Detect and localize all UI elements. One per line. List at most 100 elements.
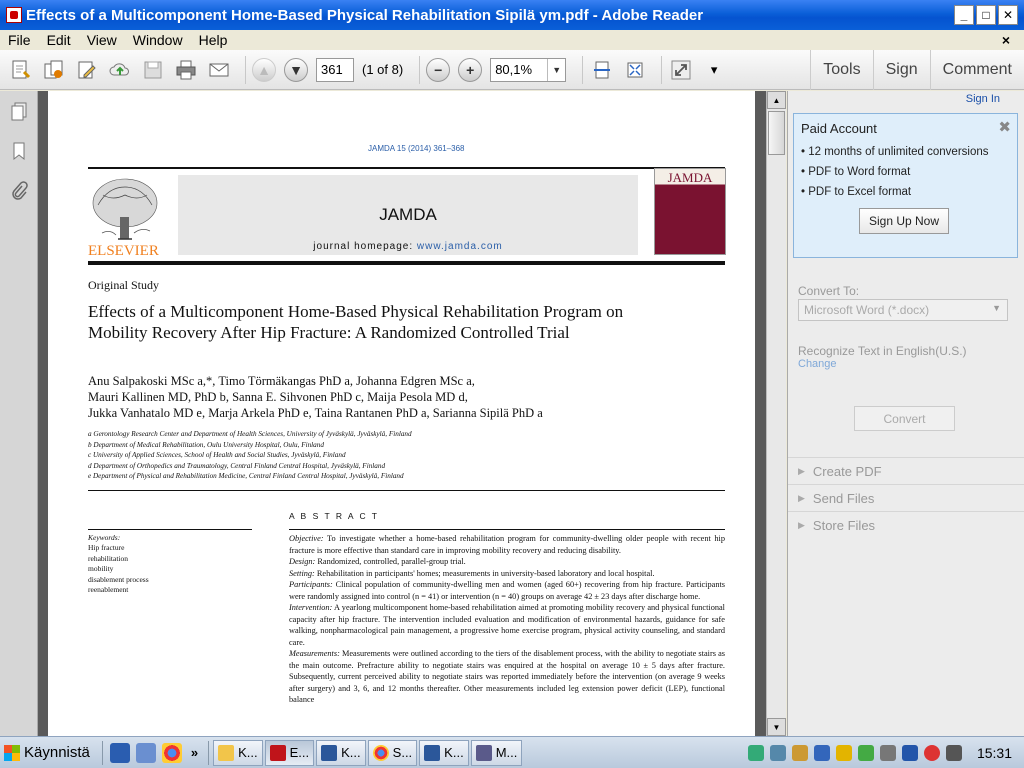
tray-icon[interactable]	[923, 745, 940, 761]
journal-name: JAMDA	[379, 205, 437, 224]
create-pdf-icon[interactable]	[8, 57, 34, 83]
email-icon[interactable]	[206, 57, 232, 83]
shield-icon[interactable]	[835, 745, 852, 761]
scroll-down-button[interactable]: ▼	[767, 718, 786, 736]
list-item: • 12 months of unlimited conversions	[801, 146, 989, 158]
paid-account-title: Paid Account	[801, 121, 877, 136]
visual-studio-icon[interactable]	[109, 742, 130, 763]
menu-window[interactable]: Window	[125, 32, 191, 48]
affiliation: d Department of Orthopedics and Traumato…	[88, 461, 386, 470]
cover-title: JAMDA	[667, 170, 713, 185]
taskbar-button-word[interactable]: K...	[316, 739, 366, 766]
adobe-reader-icon[interactable]	[6, 7, 22, 23]
toolbar: ▲ ▼ (1 of 8) − + 80,1% ▼ ▾ Tools Sign Co…	[0, 50, 1024, 90]
homepage-link[interactable]: www.jamda.com	[417, 241, 503, 252]
bookmarks-icon[interactable]	[0, 131, 38, 171]
taskbar-button-m[interactable]: M...	[470, 739, 523, 766]
explorer-icon[interactable]	[135, 742, 156, 763]
full-screen-icon[interactable]	[668, 57, 694, 83]
close-document-button[interactable]: ×	[1002, 32, 1010, 48]
menu-help[interactable]: Help	[191, 32, 236, 48]
save-icon[interactable]	[140, 57, 166, 83]
chevron-down-icon[interactable]: ▼	[547, 58, 565, 81]
divider	[289, 529, 725, 530]
tools-tab[interactable]: Tools	[810, 50, 872, 90]
network-icon[interactable]	[901, 745, 918, 761]
toolbar-separator	[419, 55, 421, 84]
tray-icon[interactable]	[791, 745, 808, 761]
toolbar-separator	[245, 55, 246, 84]
word-icon	[321, 744, 338, 761]
journal-homepage: journal homepage: www.jamda.com	[178, 241, 638, 252]
tray-icon[interactable]	[879, 745, 896, 761]
change-language-link[interactable]: Change	[798, 358, 837, 370]
article-type: Original Study	[88, 278, 159, 292]
chevron-right-icon: ▶	[798, 519, 805, 530]
edit-pdf-icon[interactable]	[74, 57, 100, 83]
tray-icon[interactable]	[747, 745, 764, 761]
keyword: Hip fracture	[88, 543, 125, 553]
more-tools-icon[interactable]: ▾	[701, 57, 727, 83]
divider	[88, 167, 725, 169]
attachments-icon[interactable]	[0, 171, 38, 211]
page-thumbnails-icon[interactable]	[0, 91, 38, 131]
combine-files-icon[interactable]	[41, 57, 67, 83]
abstract-text: Objective: To investigate whether a home…	[289, 533, 725, 706]
more-quicklaunch[interactable]: »	[191, 745, 198, 760]
menu-file[interactable]: File	[0, 32, 39, 48]
fit-page-icon[interactable]	[589, 57, 615, 83]
list-item: • PDF to Excel format	[801, 186, 912, 198]
cloud-upload-icon[interactable]	[107, 57, 133, 83]
menu-edit[interactable]: Edit	[39, 32, 79, 48]
abstract-paragraph: Intervention: A yearlong multicomponent …	[289, 602, 725, 648]
scroll-thumb[interactable]	[768, 111, 785, 155]
folder-icon	[218, 744, 235, 761]
clock[interactable]: 15:31	[977, 745, 1012, 761]
close-button[interactable]: ✕	[998, 5, 1018, 25]
tools-panel: Sign In Paid Account ✖ • 12 months of un…	[787, 91, 1024, 736]
previous-page-button[interactable]: ▲	[252, 57, 276, 82]
abstract-paragraph: Measurements: Measurements were outlined…	[289, 648, 725, 706]
abstract-body: Rehabilitation in participants' homes; m…	[314, 568, 655, 578]
windows-flag-icon	[4, 744, 20, 761]
taskbar-button-chrome[interactable]: S...	[367, 739, 418, 766]
speaker-icon[interactable]	[945, 745, 962, 761]
affiliation: e Department of Physical and Rehabilitat…	[88, 472, 404, 480]
sign-up-button[interactable]: Sign Up Now	[859, 208, 949, 234]
store-files-section[interactable]: ▶ Store Files	[788, 511, 1024, 538]
minimize-button[interactable]: _	[954, 5, 974, 25]
tray-icon[interactable]	[813, 745, 830, 761]
abstract-label: Participants:	[289, 580, 333, 589]
close-icon[interactable]: ✖	[998, 118, 1011, 136]
vertical-scrollbar[interactable]: ▲ ▼	[766, 91, 786, 736]
start-label: Käynnistä	[24, 744, 90, 761]
zoom-out-button[interactable]: −	[426, 57, 451, 82]
tray-icon[interactable]	[857, 745, 874, 761]
tray-icon[interactable]	[769, 745, 786, 761]
zoom-in-button[interactable]: +	[458, 57, 483, 82]
send-files-section[interactable]: ▶ Send Files	[788, 484, 1024, 511]
scroll-up-button[interactable]: ▲	[767, 91, 786, 109]
taskbar-button-adobe[interactable]: E...	[264, 739, 315, 766]
document-viewer[interactable]: JAMDA 15 (2014) 361–368 ELSEVIER JAMDA j…	[38, 91, 766, 736]
sign-tab[interactable]: Sign	[872, 50, 930, 90]
homepage-label: journal homepage:	[313, 241, 417, 252]
keyword: rehabilitation	[88, 553, 128, 563]
start-button[interactable]: Käynnistä	[0, 739, 98, 767]
menu-view[interactable]: View	[79, 32, 125, 48]
fit-width-icon[interactable]	[622, 57, 648, 83]
comment-tab[interactable]: Comment	[929, 50, 1024, 90]
maximize-button[interactable]: □	[976, 5, 996, 25]
taskbar-label: S...	[392, 745, 413, 760]
create-pdf-section[interactable]: ▶ Create PDF	[788, 457, 1024, 484]
sign-in-link[interactable]: Sign In	[966, 93, 1000, 105]
page-number-input[interactable]	[316, 57, 354, 82]
print-icon[interactable]	[173, 57, 199, 83]
convert-format-select[interactable]: Microsoft Word (*.docx) ▼	[798, 299, 1008, 321]
taskbar-button-word-2[interactable]: K...	[419, 739, 469, 766]
taskbar-button-folder[interactable]: K...	[213, 739, 263, 766]
zoom-select[interactable]: 80,1% ▼	[490, 57, 567, 82]
chrome-icon[interactable]	[161, 742, 182, 763]
next-page-button[interactable]: ▼	[284, 57, 308, 82]
convert-button[interactable]: Convert	[854, 406, 955, 431]
